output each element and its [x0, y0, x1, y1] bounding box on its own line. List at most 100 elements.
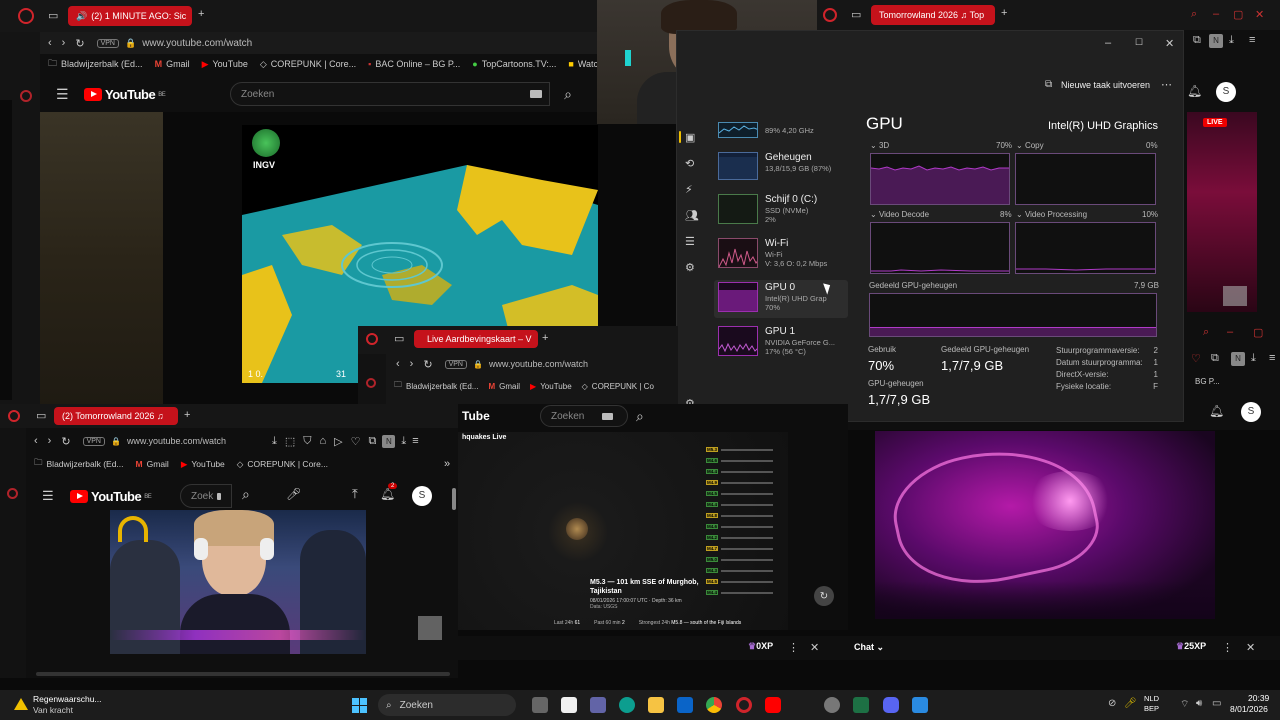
battery-icon[interactable]: ▭	[1212, 698, 1221, 709]
menu-icon[interactable]: ≡	[1269, 352, 1275, 364]
minimize-icon[interactable]: –	[1105, 37, 1111, 49]
network-off-icon[interactable]: ⊘	[1108, 698, 1116, 709]
lang-line1[interactable]: NLD	[1144, 694, 1159, 703]
avatar[interactable]: S	[1216, 82, 1236, 102]
extensions-icon[interactable]: ⧉	[1193, 34, 1201, 47]
hamburger-menu-icon[interactable]: ☰	[42, 488, 54, 504]
minimize-icon[interactable]: –	[1227, 326, 1233, 338]
quake-list-item[interactable]: M4.8	[706, 510, 786, 521]
close-icon[interactable]: ✕	[1255, 8, 1264, 21]
play-icon[interactable]: ▷	[334, 435, 342, 448]
vpn-badge[interactable]: VPN	[96, 38, 119, 48]
forward-icon[interactable]: ›	[62, 37, 66, 49]
opera-logo-icon[interactable]	[823, 8, 837, 22]
bookmark-topcartoons[interactable]: ● TopCartoons.TV:...	[472, 59, 556, 69]
volume-icon[interactable]: 🔊︎	[1196, 698, 1202, 709]
settings-taskbar-icon[interactable]	[824, 697, 840, 713]
back-icon[interactable]: ‹	[48, 37, 52, 49]
opera-logo-icon[interactable]	[18, 8, 34, 24]
task-view-icon[interactable]	[532, 697, 548, 713]
more-options-icon[interactable]: ⋯	[1161, 78, 1172, 91]
bookmark-corepunk[interactable]: ◇ COREPUNK | Core...	[237, 459, 328, 470]
sidebar-opera-icon[interactable]	[366, 378, 376, 388]
bookmark-folder[interactable]: 🗀 Bladwijzerbalk (Ed...	[34, 457, 124, 471]
back-icon[interactable]: ‹	[396, 358, 400, 370]
wifi-icon[interactable]: ⌔	[1180, 698, 1189, 711]
youtube-taskbar-icon[interactable]	[765, 697, 781, 713]
tab-overview-icon[interactable]: ▭	[36, 409, 46, 422]
bookmark-fragment[interactable]: BG P...	[1195, 377, 1220, 386]
tab-overview-icon[interactable]: ▭	[394, 332, 404, 345]
bookmark-youtube[interactable]: ▶ YouTube	[202, 59, 248, 70]
search-icon[interactable]: ⌕	[242, 486, 250, 503]
forward-icon[interactable]: ›	[48, 435, 52, 447]
quake-list-item[interactable]: M4.4	[706, 499, 786, 510]
video-player[interactable]	[110, 510, 366, 654]
tab-active[interactable]: Tomorrowland 2026 ♫ Top	[871, 5, 995, 25]
perf-item-memory[interactable]: Geheugen 13,8/15,9 GB (87%)	[718, 152, 848, 186]
close-chat-icon[interactable]: ✕	[810, 641, 819, 654]
bookmark-corepunk[interactable]: ◇ COREPUNK | Core...	[260, 59, 356, 70]
profile-n-icon[interactable]: N	[1209, 34, 1223, 48]
chrome-icon[interactable]	[706, 697, 722, 713]
file-explorer-icon[interactable]	[648, 697, 664, 713]
bookmark-gmail[interactable]: M Gmail	[136, 459, 169, 469]
opera-logo-icon[interactable]	[366, 333, 378, 345]
more-vert-icon[interactable]: ⋮	[788, 641, 799, 654]
perf-item-cpu[interactable]: 89% 4,20 GHz	[718, 122, 848, 142]
reload-icon[interactable]: ↻	[75, 37, 84, 50]
upload-icon[interactable]: ⤒	[352, 486, 358, 502]
maximize-icon[interactable]: ▢	[1253, 326, 1263, 339]
bookmark-folder[interactable]: 🗀 Bladwijzerbalk (Ed...	[394, 379, 478, 393]
avatar[interactable]: S	[1241, 402, 1261, 422]
start-button[interactable]	[352, 698, 367, 713]
bookmark-watch[interactable]: ■ Watc	[568, 59, 598, 69]
snapshot-icon[interactable]: ⬚	[285, 435, 295, 448]
outlook-icon[interactable]	[677, 697, 693, 713]
more-vert-icon[interactable]: ⋮	[1222, 641, 1233, 654]
download-icon[interactable]: ⤓	[1229, 34, 1234, 47]
concert-video[interactable]	[875, 431, 1215, 619]
clock-date[interactable]: 8/01/2026	[1230, 704, 1268, 714]
opera-icon[interactable]	[736, 697, 752, 713]
new-task-button[interactable]: Nieuwe taak uitvoeren	[1061, 80, 1150, 90]
users-icon[interactable]: 👥︎	[685, 209, 699, 222]
logo-fragment[interactable]: Tube	[462, 409, 490, 423]
tab-active[interactable]: 🔊 (2) 1 MINUTE AGO: Sic	[68, 6, 192, 26]
notifications-icon[interactable]: 🔔︎	[1209, 404, 1224, 418]
quake-list-item[interactable]: M4.4	[706, 466, 786, 477]
miniplayer-thumb[interactable]	[418, 616, 442, 640]
extensions-icon[interactable]: ⧉	[369, 435, 377, 448]
search-input[interactable]: Zoeken	[540, 405, 628, 427]
keyboard-icon[interactable]	[602, 412, 614, 420]
heart-icon[interactable]: ♡	[1191, 352, 1201, 365]
sidebar-opera-icon[interactable]	[20, 90, 32, 102]
download-page-icon[interactable]: ⤓	[272, 435, 277, 448]
url-text[interactable]: www.youtube.com/watch	[127, 436, 226, 446]
reload-icon[interactable]: ↻	[61, 435, 70, 448]
perf-item-wifi[interactable]: Wi-Fi Wi-Fi V: 3,6 O: 0,2 Mbps	[718, 238, 848, 272]
bookmark-folder[interactable]: 🗀 Bladwijzerbalk (Ed...	[48, 56, 143, 72]
notifications-icon[interactable]: 🔔︎	[1187, 84, 1202, 98]
details-icon[interactable]: ☰	[685, 235, 695, 248]
quake-list-item[interactable]: M4.4	[706, 587, 786, 598]
quake-hotspot[interactable]	[566, 518, 588, 540]
quake-list-item[interactable]: M4.6	[706, 455, 786, 466]
bookmark-youtube[interactable]: ▶ YouTube	[181, 459, 225, 470]
youtube-logo[interactable]: YouTube BE	[84, 87, 166, 102]
hamburger-menu-icon[interactable]: ☰	[56, 86, 69, 103]
teams-icon[interactable]	[590, 697, 606, 713]
quake-list-item[interactable]: M4.6	[706, 521, 786, 532]
tab-active[interactable]: Live Aardbevingskaart – V	[414, 330, 538, 348]
bookmark-gmail[interactable]: M Gmail	[488, 382, 520, 391]
profile-n-icon[interactable]: N	[382, 434, 396, 448]
download-icon[interactable]: ⤓	[401, 435, 406, 448]
new-tab-icon[interactable]: +	[1001, 7, 1007, 19]
new-tab-icon[interactable]: +	[542, 332, 548, 344]
reload-icon[interactable]: ↻	[423, 358, 432, 371]
excel-icon[interactable]	[853, 697, 869, 713]
quake-list-item[interactable]: M4.5	[706, 488, 786, 499]
vpn-badge[interactable]: VPN	[444, 359, 467, 369]
search-input[interactable]: Zoek	[180, 484, 232, 508]
store-icon[interactable]	[561, 697, 577, 713]
